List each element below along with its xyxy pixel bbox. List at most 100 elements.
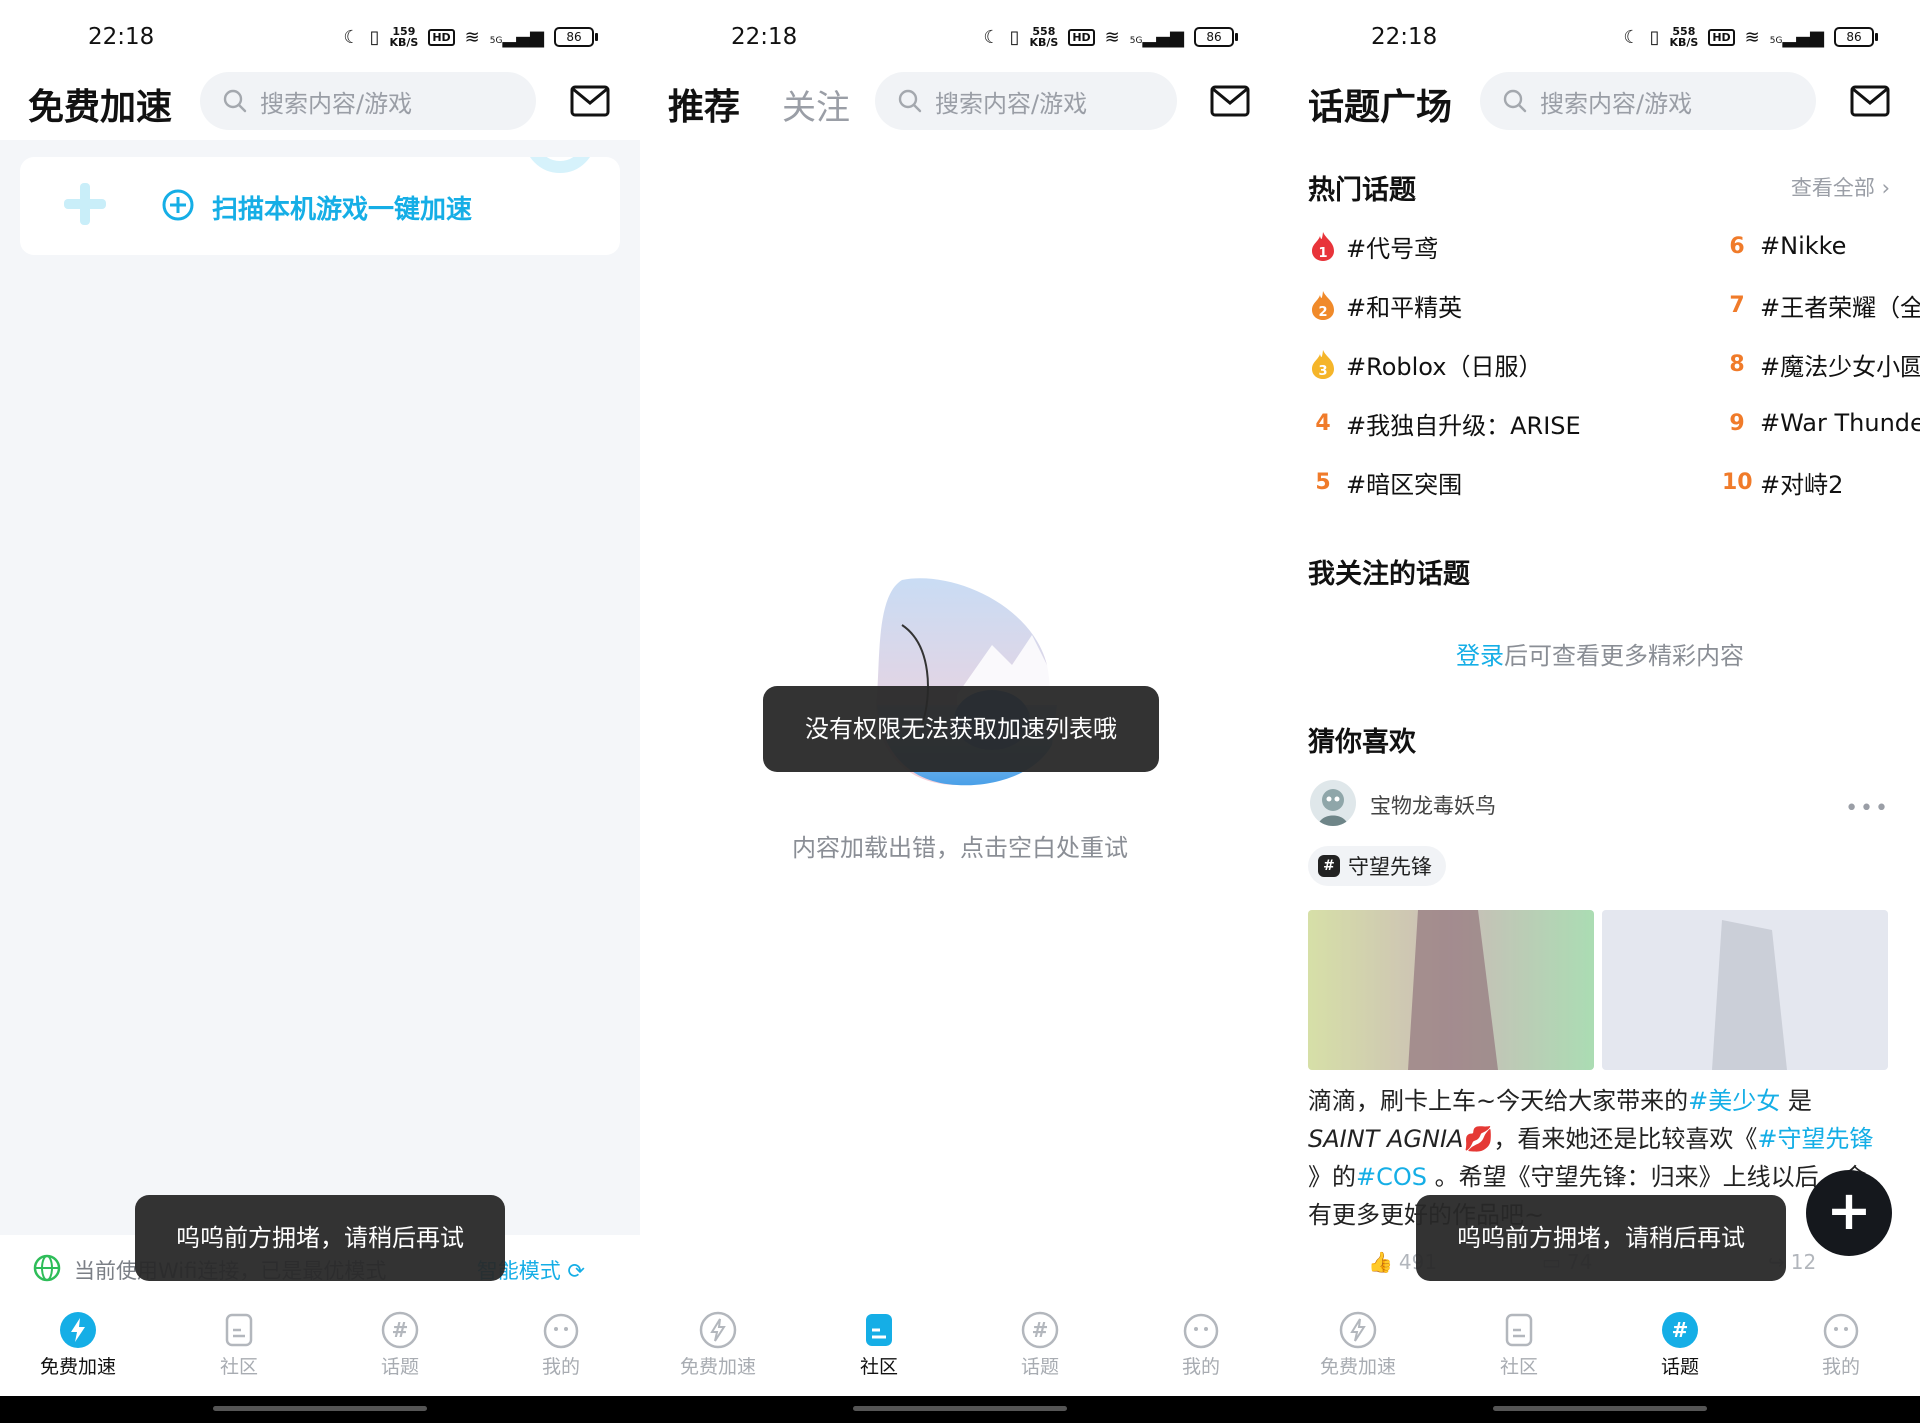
nav-label: 免费加速 bbox=[39, 1356, 116, 1378]
app-header: 话题广场 搜索内容/游戏 bbox=[1280, 70, 1920, 138]
vibrate-icon: ▯ bbox=[1009, 26, 1020, 48]
screen-free-acceleration: 22:18 ☾ ▯ 159 KB/S HD ≋ 5G▂▄▆ 86 免费加速 搜索内… bbox=[0, 0, 640, 1396]
lightning-icon bbox=[1339, 1311, 1377, 1349]
moon-icon: ☾ bbox=[343, 26, 360, 48]
add-circle-icon bbox=[162, 189, 194, 221]
nav-me[interactable]: 我的 bbox=[1781, 1310, 1901, 1379]
nav-me[interactable]: 我的 bbox=[501, 1310, 621, 1379]
mail-icon[interactable] bbox=[1850, 84, 1890, 118]
nav-free-acceleration[interactable]: 免费加速 bbox=[1298, 1310, 1418, 1379]
create-post-button[interactable]: + bbox=[1806, 1170, 1892, 1256]
nav-label: 话题 bbox=[1660, 1356, 1699, 1378]
post-image-1[interactable] bbox=[1308, 910, 1594, 1070]
switch-icon: ⟳ bbox=[567, 1259, 585, 1283]
avatar[interactable] bbox=[1310, 780, 1356, 826]
bottom-nav: 免费加速 社区 # 话题 我的 bbox=[0, 1300, 640, 1396]
topic-label: #Nikke bbox=[1760, 232, 1847, 260]
more-options-icon[interactable]: ••• bbox=[1845, 796, 1890, 821]
scan-games-card[interactable]: 扫描本机游戏一键加速 bbox=[20, 157, 620, 255]
hashtag-link[interactable]: #守望先锋 bbox=[1757, 1125, 1873, 1153]
main-content bbox=[0, 140, 640, 1235]
login-link[interactable]: 登录 bbox=[1456, 642, 1504, 670]
document-icon bbox=[225, 1313, 253, 1347]
svg-text:#: # bbox=[1032, 1318, 1049, 1342]
topic-item[interactable]: 9 #War Thunder bbox=[1722, 403, 1920, 443]
moon-icon: ☾ bbox=[1623, 26, 1640, 48]
hashtag-link[interactable]: #美少女 bbox=[1688, 1087, 1780, 1115]
share-count: 12 bbox=[1790, 1250, 1817, 1274]
search-input[interactable]: 搜索内容/游戏 bbox=[200, 72, 536, 130]
topic-item[interactable]: 6 #Nikke bbox=[1722, 226, 1846, 266]
nav-community[interactable]: 社区 bbox=[1459, 1310, 1579, 1379]
topic-item[interactable]: 3 #Roblox（日服） bbox=[1308, 344, 1542, 384]
wifi-icon: ≋ bbox=[1744, 26, 1760, 48]
vibrate-icon: ▯ bbox=[1649, 26, 1660, 48]
nav-topics[interactable]: # 话题 bbox=[980, 1310, 1100, 1379]
status-bar: 22:18 ☾ ▯ 558 KB/S HD ≋ 5G▂▄▆ 86 bbox=[640, 0, 1280, 70]
login-prompt-text: 后可查看更多精彩内容 bbox=[1504, 642, 1744, 670]
topic-item[interactable]: 5 #暗区突围 bbox=[1308, 462, 1462, 502]
search-input[interactable]: 搜索内容/游戏 bbox=[1480, 72, 1816, 130]
battery-icon: 86 bbox=[1834, 27, 1878, 47]
home-indicator[interactable] bbox=[1493, 1406, 1707, 1411]
nav-community[interactable]: 社区 bbox=[179, 1310, 299, 1379]
tab-follow[interactable]: 关注 bbox=[782, 80, 850, 129]
mail-icon[interactable] bbox=[1210, 84, 1250, 118]
nav-community[interactable]: 社区 bbox=[819, 1310, 939, 1379]
nav-topics[interactable]: # 话题 bbox=[1620, 1310, 1740, 1379]
topic-item[interactable]: 1 #代号鸢 bbox=[1308, 226, 1438, 266]
home-indicator[interactable] bbox=[213, 1406, 427, 1411]
svg-text:#: # bbox=[1672, 1318, 1689, 1342]
hashtag-link[interactable]: #COS bbox=[1356, 1163, 1427, 1191]
svg-text:1: 1 bbox=[1318, 246, 1327, 261]
search-placeholder: 搜索内容/游戏 bbox=[935, 89, 1088, 118]
face-icon bbox=[543, 1313, 579, 1349]
document-icon bbox=[866, 1314, 892, 1346]
lightning-icon bbox=[699, 1311, 737, 1349]
topic-label: #魔法少女小圆 bbox=[1760, 352, 1920, 381]
post-image-2[interactable] bbox=[1602, 910, 1888, 1070]
network-speed: 159 KB/S bbox=[389, 25, 419, 49]
post-text-segment: 滴滴，刷卡上车~今天给大家带来的 bbox=[1308, 1087, 1689, 1115]
topic-item[interactable]: 7 #王者荣耀（全 bbox=[1722, 285, 1920, 325]
cosplay-photo bbox=[1602, 910, 1888, 1070]
battery-icon: 86 bbox=[1194, 27, 1238, 47]
screen-topic-square: 22:18 ☾ ▯ 558 KB/S HD ≋ 5G▂▄▆ 86 话题广场 搜索内… bbox=[1280, 0, 1920, 1396]
globe-icon bbox=[33, 1254, 61, 1282]
mail-icon[interactable] bbox=[570, 84, 610, 118]
author-name[interactable]: 宝物龙毒妖鸟 bbox=[1370, 790, 1496, 820]
post-text-segment: ，看来她还是比较喜欢《 bbox=[1493, 1125, 1758, 1153]
flame-rank-3-icon: 3 bbox=[1312, 350, 1334, 379]
flame-rank-1-icon: 1 bbox=[1312, 232, 1334, 261]
nav-free-acceleration[interactable]: 免费加速 bbox=[18, 1310, 138, 1379]
ring-deco-icon bbox=[530, 157, 590, 173]
post-topic-tag[interactable]: # 守望先锋 bbox=[1308, 846, 1446, 886]
guess-you-like-title: 猜你喜欢 bbox=[1308, 727, 1416, 758]
nav-me[interactable]: 我的 bbox=[1141, 1310, 1261, 1379]
topic-item[interactable]: 10 #对峙2 bbox=[1722, 462, 1843, 502]
app-header: 推荐 关注 搜索内容/游戏 bbox=[640, 70, 1280, 138]
chevron-right-icon: › bbox=[1881, 176, 1890, 200]
nav-label: 我的 bbox=[1821, 1356, 1860, 1378]
view-all-link[interactable]: 查看全部 › bbox=[1791, 172, 1890, 202]
nav-label: 话题 bbox=[380, 1356, 419, 1378]
post-text-segment: SAINT AGNIA bbox=[1308, 1125, 1464, 1153]
tab-recommend[interactable]: 推荐 bbox=[668, 78, 740, 130]
topic-label: #我独自升级：ARISE bbox=[1346, 411, 1581, 440]
post-text-segment: 是 bbox=[1780, 1087, 1812, 1115]
moon-icon: ☾ bbox=[983, 26, 1000, 48]
home-indicator[interactable] bbox=[853, 1406, 1067, 1411]
login-prompt: 登录后可查看更多精彩内容 bbox=[1280, 636, 1920, 671]
nav-topics[interactable]: # 话题 bbox=[340, 1310, 460, 1379]
topic-rank: 4 bbox=[1315, 410, 1331, 436]
network-speed: 558 KB/S bbox=[1029, 25, 1059, 49]
error-message[interactable]: 内容加载出错，点击空白处重试 bbox=[640, 828, 1280, 863]
topic-item[interactable]: 4 #我独自升级：ARISE bbox=[1308, 403, 1581, 443]
topic-item[interactable]: 2 #和平精英 bbox=[1308, 285, 1462, 325]
plus-icon: + bbox=[1826, 1179, 1872, 1242]
topic-rank: 7 bbox=[1729, 292, 1745, 318]
nav-free-acceleration[interactable]: 免费加速 bbox=[658, 1310, 778, 1379]
topic-item[interactable]: 8 #魔法少女小圆 bbox=[1722, 344, 1920, 384]
signal-icon: 5G▂▄▆ bbox=[1129, 26, 1184, 48]
search-input[interactable]: 搜索内容/游戏 bbox=[875, 72, 1177, 130]
